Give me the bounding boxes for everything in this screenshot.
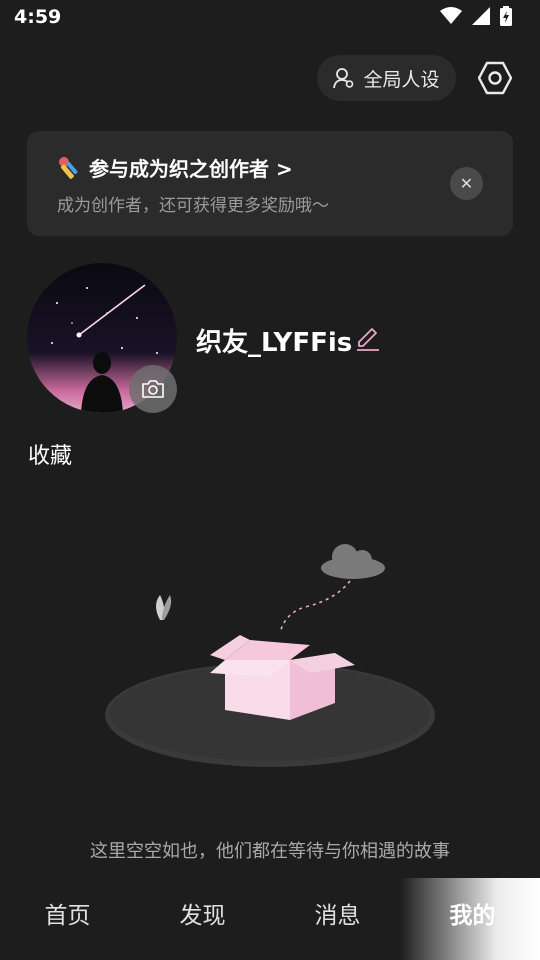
- creator-banner[interactable]: 参与成为织之创作者 > 成为创作者，还可获得更多奖励哦～ ✕: [27, 131, 513, 236]
- nav-discover[interactable]: 发现: [135, 878, 270, 960]
- bottom-nav: 首页 发现 消息 我的: [0, 878, 540, 960]
- nav-home[interactable]: 首页: [0, 878, 135, 960]
- pencil-rainbow-icon: [59, 156, 78, 179]
- status-time: 4:59: [14, 6, 62, 28]
- camera-icon: [142, 380, 164, 398]
- close-icon: ✕: [459, 174, 474, 193]
- edit-icon[interactable]: [355, 326, 381, 352]
- wifi-icon: [440, 7, 462, 24]
- banner-title-row: 参与成为织之创作者 >: [57, 153, 293, 182]
- username: 织友_LYFFis: [196, 328, 353, 358]
- status-icons: [440, 6, 512, 26]
- user-settings-icon: [333, 68, 354, 89]
- nav-messages[interactable]: 消息: [270, 878, 405, 960]
- settings-icon[interactable]: [478, 61, 512, 95]
- nav-mine[interactable]: 我的: [405, 878, 540, 960]
- persona-label: 全局人设: [363, 68, 440, 91]
- favorites-title: 收藏: [28, 444, 73, 469]
- empty-state-text: 这里空空如也，他们都在等待与你相遇的故事: [90, 841, 450, 862]
- global-persona-button[interactable]: 全局人设: [317, 55, 456, 101]
- signal-icon: [472, 7, 490, 25]
- change-avatar-button[interactable]: [129, 365, 177, 413]
- banner-close-button[interactable]: ✕: [450, 167, 483, 200]
- battery-icon: [500, 6, 512, 26]
- banner-title: 参与成为织之创作者 >: [89, 157, 293, 181]
- banner-subtitle: 成为创作者，还可获得更多奖励哦～: [57, 196, 329, 216]
- empty-box-illustration: [105, 544, 435, 767]
